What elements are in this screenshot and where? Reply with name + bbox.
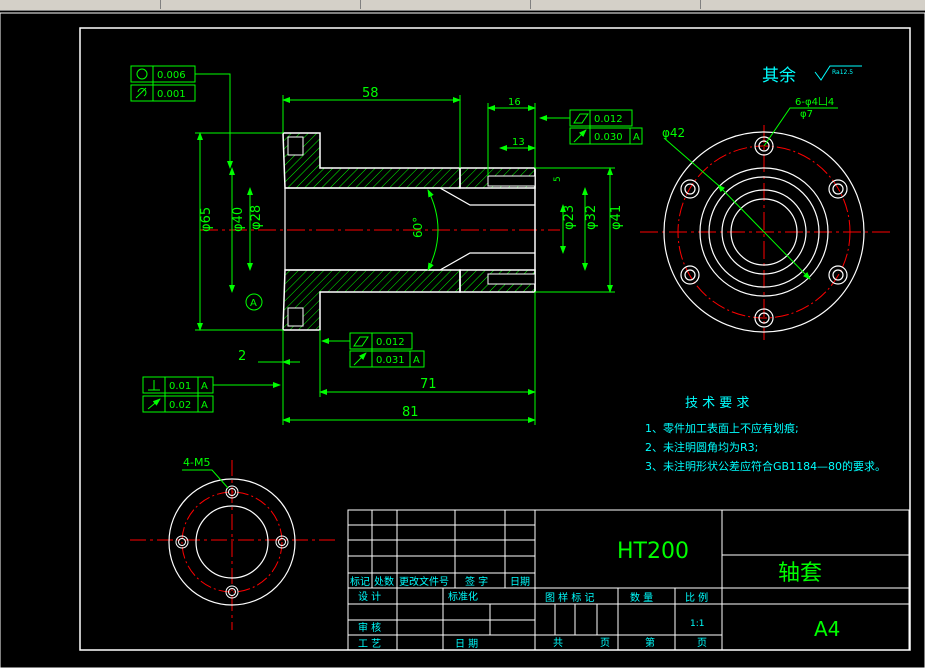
flatness-icon [353,336,369,347]
toolbar-segment[interactable] [700,0,925,9]
scale-value: 1:1 [690,619,704,629]
tapped-hole-lower [487,273,536,285]
drawing-frame [79,27,911,651]
dim-phi65: φ65 [199,207,214,232]
gdt-datum: A [413,355,420,366]
gdt-datum: A [633,132,640,143]
runout-icon [353,352,367,366]
runout-icon [573,129,587,143]
dim-16: 16 [508,97,521,108]
toolbar-segment[interactable] [360,0,531,9]
tech-requirements: 技 术 要 求 1、零件加工表面上不应有划痕; 2、未注明圆角均为R3; 3、未… [645,396,886,473]
dim-81: 81 [402,405,419,420]
rev-header: 处数 [374,575,394,588]
gdt-value: 0.030 [594,132,623,143]
gdt-frame-top-left: 0.006 0.001 [130,65,233,169]
gdt-value: 0.006 [157,70,186,81]
holes-note: 6-φ4凵4 [795,96,834,108]
surface-note-label: 其余 [762,66,796,86]
gdt-value: 0.01 [169,381,191,392]
flatness-icon [573,113,589,124]
gdt-datum: A [201,381,208,392]
label-sheet: 第 [645,636,655,649]
gdt-value: 0.001 [157,89,186,100]
datum-a-label: A [250,298,257,309]
gdt-frame-top-right: 0.012 0.030 A [539,109,643,145]
label-review: 审 核 [358,621,381,634]
tapped-holes-note: 4-M5 [183,456,210,469]
rev-header: 标记 [350,576,370,588]
dim-phi28: φ28 [249,205,264,230]
tech-req-item: 3、未注明形状公差应符合GB1184—80的要求。 [645,459,886,473]
dim-phi41: φ41 [609,205,624,230]
dim-phi32: φ32 [584,205,599,230]
dim-5: 5 [553,176,563,182]
side-section-view: 60° 58 16 13 5 φ65 φ40 φ28 φ23 φ32 φ41 2… [130,65,643,425]
dim-angle: 60° [411,217,425,238]
tech-req-item: 1、零件加工表面上不应有划痕; [645,421,799,435]
label-process: 工 艺 [358,638,381,650]
label-design: 设 计 [358,590,381,603]
label-quantity: 数 量 [630,591,653,604]
counterbore-lower [287,307,304,327]
gdt-value: 0.02 [169,400,191,411]
dim-13: 13 [512,137,525,148]
toolbar-segment[interactable] [160,0,361,9]
rev-header: 日期 [510,576,530,588]
tapped-hole-upper [487,175,536,187]
dim-phi40: φ40 [231,207,246,232]
label-standardize: 标准化 [448,590,478,603]
material: HT200 [617,539,689,564]
dim-58: 58 [362,86,379,101]
rev-header: 更改文件号 [399,575,449,588]
gdt-value: 0.012 [594,114,623,125]
gdt-frame-mid: 0.012 0.031 A [321,332,425,368]
toolbar-segment[interactable] [530,0,701,9]
label-date: 日 期 [455,638,478,650]
cylindricity-icon [135,87,147,99]
rev-header: 签 字 [465,575,488,588]
dim-phi42: φ42 [662,126,685,140]
gdt-frame-left: 0.01 0.02 A A [142,376,281,413]
label-page: 页 [600,637,610,649]
dim-2: 2 [238,349,246,364]
dim-phi23: φ23 [562,205,577,230]
surface-roughness-note: 其余 Ra12.5 [762,65,862,86]
surface-note-value: Ra12.5 [832,69,853,76]
dim-71: 71 [420,377,437,392]
drawing-canvas[interactable]: 60° 58 16 13 5 φ65 φ40 φ28 φ23 φ32 φ41 2… [0,10,925,668]
gdt-datum: A [201,400,208,411]
bore-outline [285,187,535,271]
hole-depth: φ7 [800,109,813,120]
flange-section-upper [282,132,461,189]
counterbore-upper [287,136,304,156]
toolbar-segment[interactable] [0,0,161,9]
runout-icon [147,398,161,410]
gdt-value: 0.012 [376,337,405,348]
sheet-size: A4 [814,617,840,641]
label-page2: 页 [697,637,707,649]
label-total: 共 [553,637,563,649]
front-view: φ42 6-φ4凵4 φ7 [640,96,890,340]
gdt-value: 0.031 [376,355,405,366]
flange-section-lower [282,269,461,331]
tech-req-title: 技 术 要 求 [685,396,749,411]
tech-req-item: 2、未注明圆角均为R3; [645,440,758,454]
perpendicularity-icon [148,380,160,391]
part-name: 轴套 [778,561,822,586]
circularity-icon [136,68,148,80]
label-scale: 比 例 [685,591,708,604]
label-drawing-mark: 图 样 标 记 [545,591,595,604]
bottom-flange-view: 4-M5 [130,456,335,630]
